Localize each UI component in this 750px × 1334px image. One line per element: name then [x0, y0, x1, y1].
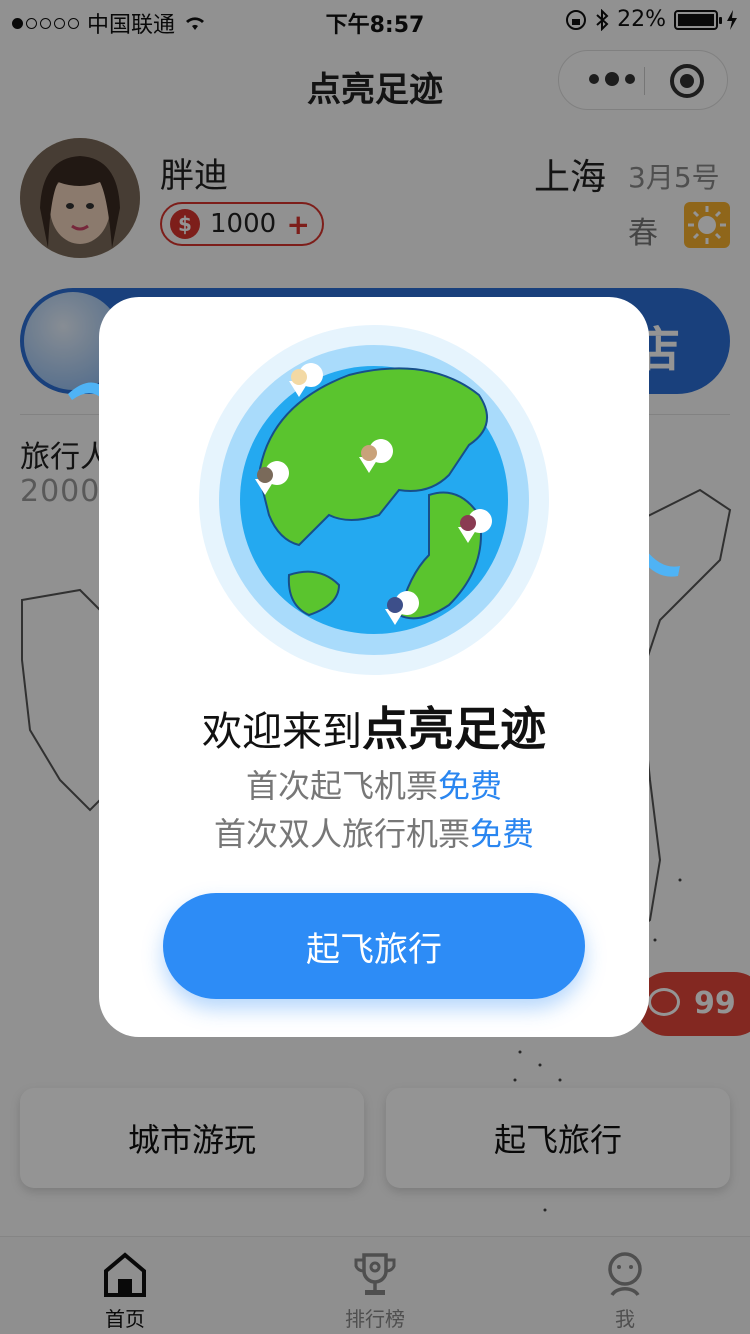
globe-illustration	[199, 325, 549, 675]
offer-line-2-highlight: 免费	[470, 815, 535, 853]
welcome-brand: 点亮足迹	[362, 702, 546, 756]
welcome-prefix: 欢迎来到	[202, 709, 362, 755]
offer-line-1: 首次起飞机票免费	[99, 761, 649, 807]
modal-take-off-button[interactable]: 起飞旅行	[163, 893, 585, 999]
welcome-dialog: 欢迎来到点亮足迹 首次起飞机票免费 首次双人旅行机票免费 起飞旅行	[99, 297, 649, 1037]
welcome-title: 欢迎来到点亮足迹	[99, 693, 649, 759]
app-screen: 中国联通 下午8:57 22% 点亮足迹 胖迪 $ 1000 + 上海 3月5号…	[0, 0, 750, 1334]
offer-line-2-text: 首次双人旅行机票	[213, 815, 470, 853]
offer-line-1-highlight: 免费	[438, 767, 503, 805]
offer-line-2: 首次双人旅行机票免费	[99, 809, 649, 855]
offer-line-1-text: 首次起飞机票	[245, 767, 438, 805]
